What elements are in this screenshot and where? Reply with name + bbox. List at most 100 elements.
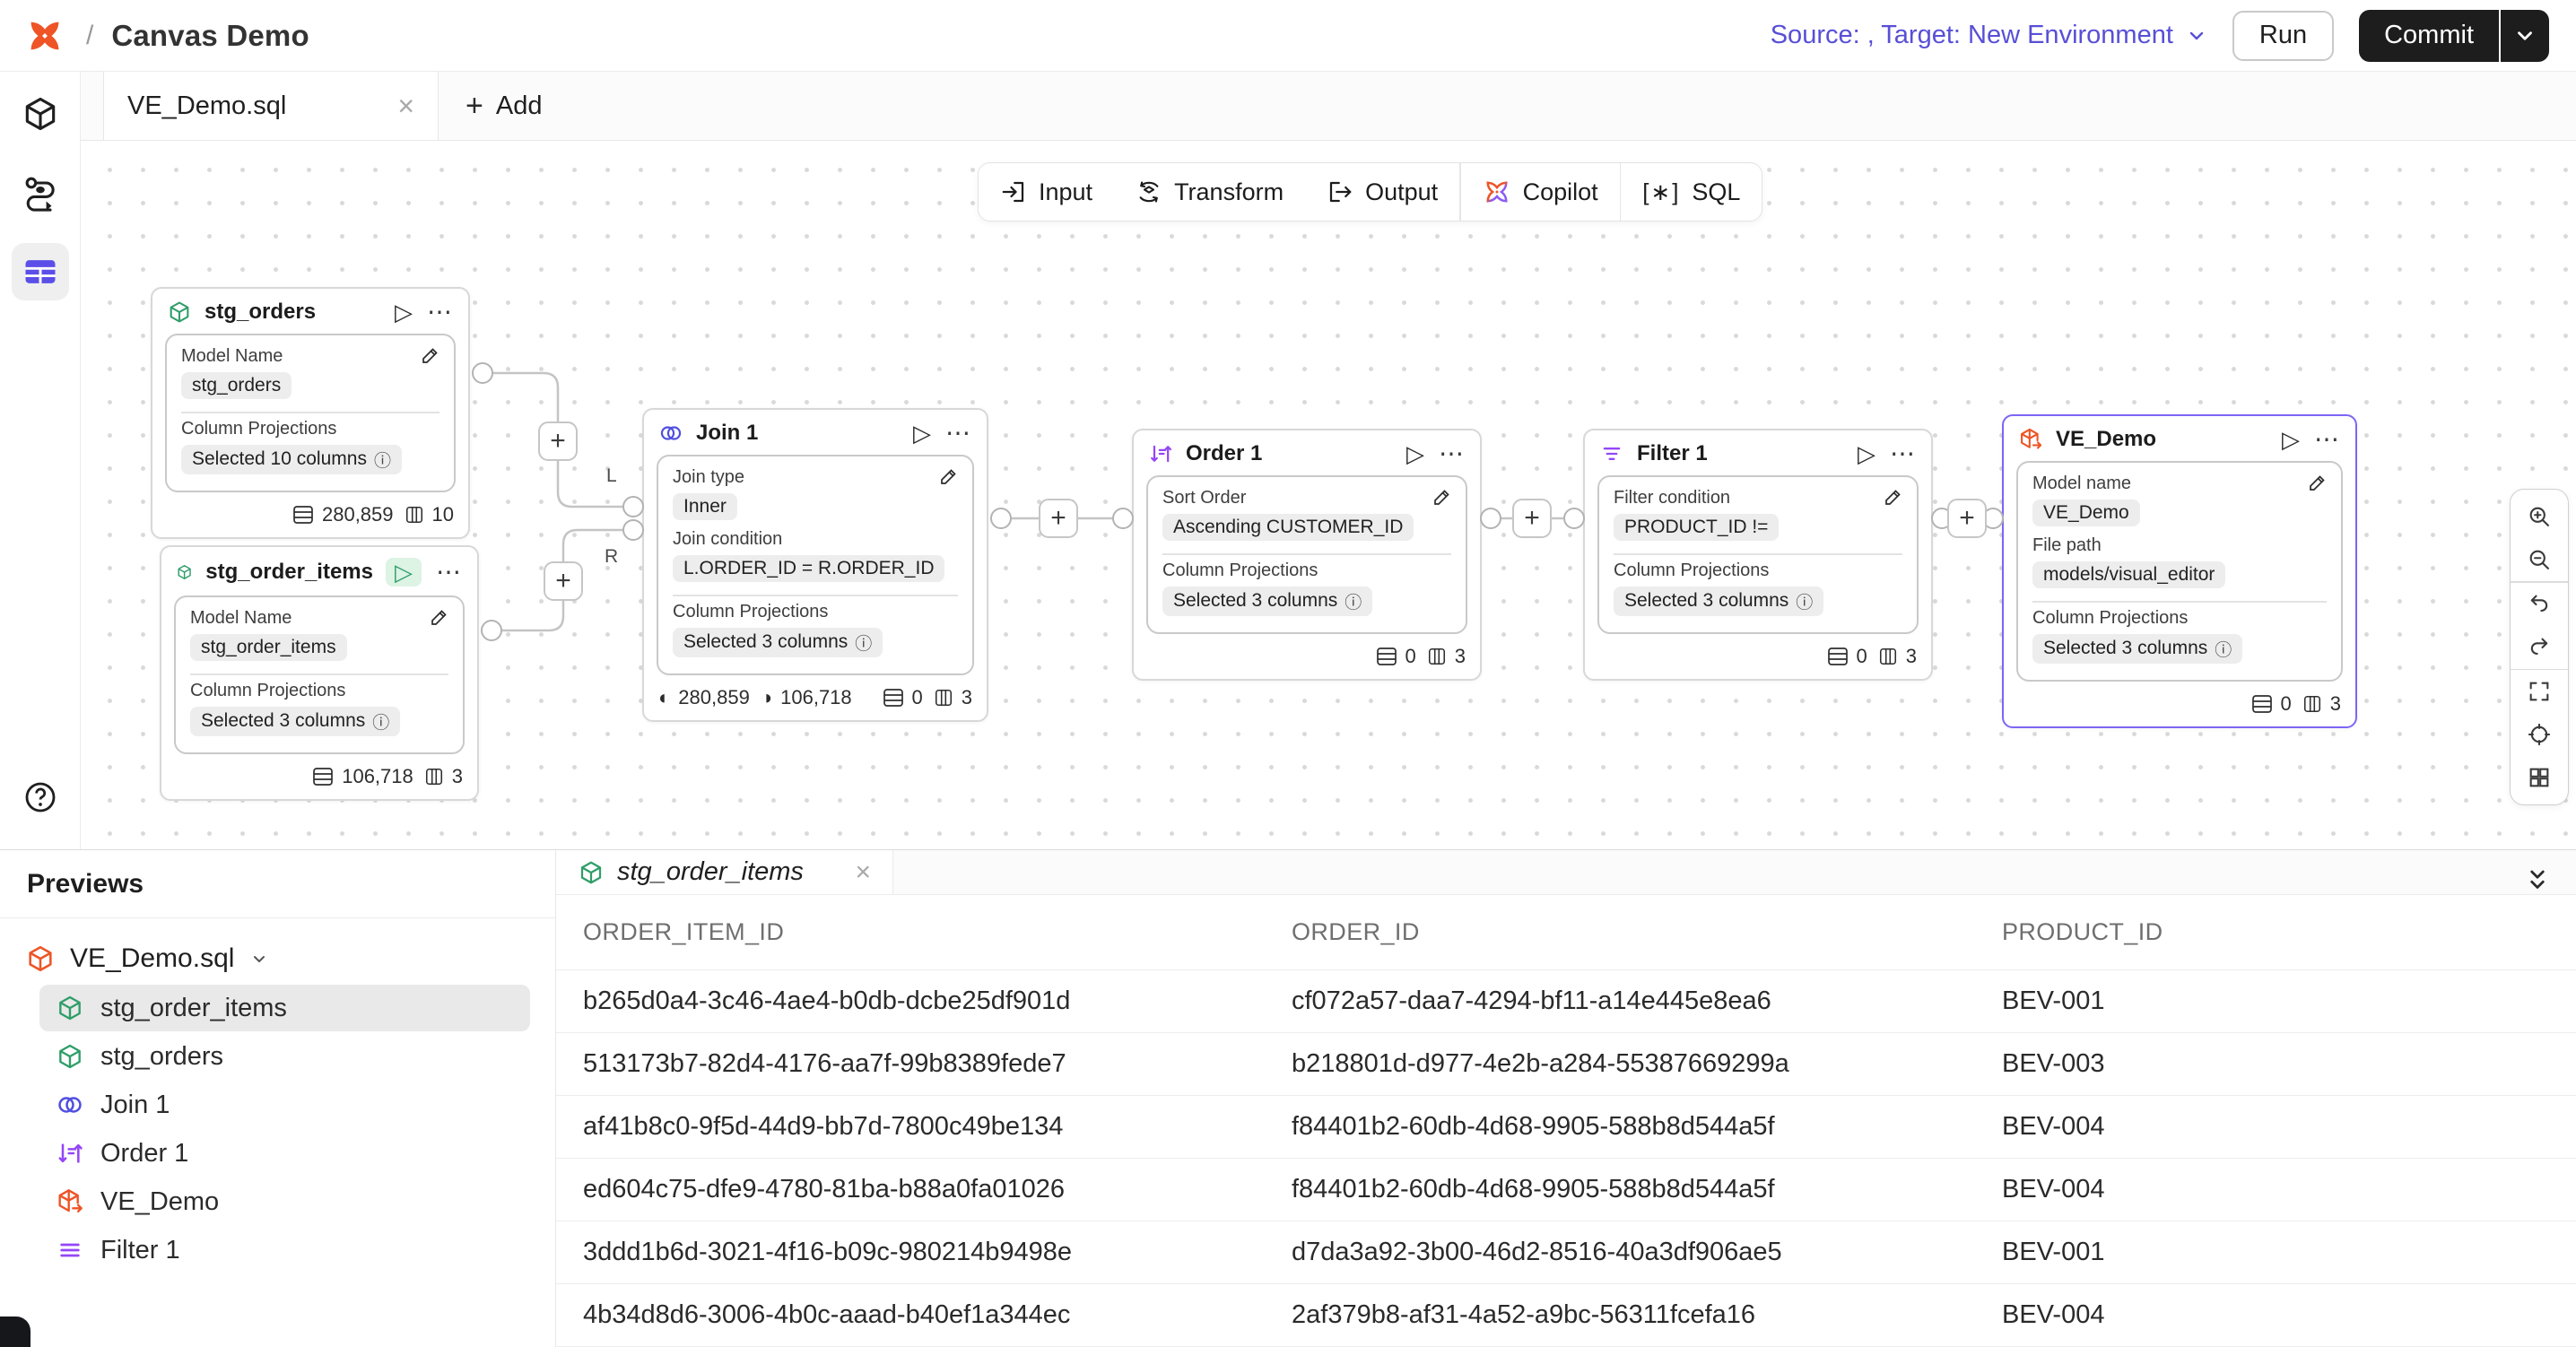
column-projections-chip[interactable]: Selected 3 columnsⓘ (1614, 587, 1823, 616)
layout-grid-button[interactable] (2511, 756, 2568, 799)
model-name-chip[interactable]: VE_Demo (2032, 500, 2140, 526)
preview-tab-stg-order-items[interactable]: stg_order_items × (556, 850, 893, 894)
play-icon[interactable]: ▷ (395, 300, 413, 324)
column-projections-chip[interactable]: Selected 10 columnsⓘ (181, 445, 402, 474)
editor-tab-strip: VE_Demo.sql × + Add (81, 72, 2576, 141)
join-condition-chip[interactable]: L.ORDER_ID = R.ORDER_ID (673, 555, 944, 582)
tree-item-ve-demo[interactable]: VE_Demo (39, 1178, 530, 1225)
table-row[interactable]: ed604c75-dfe9-4780-81ba-b88a0fa01026 f84… (556, 1159, 2576, 1221)
node-menu-icon[interactable]: ⋯ (427, 305, 454, 320)
filter1-input-port[interactable] (1563, 508, 1585, 529)
tab-ve-demo-sql[interactable]: VE_Demo.sql × (103, 72, 439, 140)
edit-icon[interactable] (2307, 472, 2328, 493)
stg-order-items-output-port[interactable] (481, 620, 502, 641)
tab-close-icon[interactable]: × (397, 91, 414, 120)
join1-left-input-port[interactable] (622, 496, 644, 517)
tree-root-ve-demo-sql[interactable]: VE_Demo.sql (0, 934, 555, 983)
node-ve-demo[interactable]: VE_Demo ▷ ⋯ Model name VE_Demo File path… (2002, 414, 2357, 728)
edge-add-node-button[interactable]: + (1512, 499, 1552, 538)
add-tab-button[interactable]: + Add (439, 72, 569, 140)
node-menu-icon[interactable]: ⋯ (1439, 447, 1466, 462)
output-node-button[interactable]: Output (1305, 163, 1459, 221)
tree-item-stg-orders[interactable]: stg_orders (39, 1033, 530, 1080)
column-projections-chip[interactable]: Selected 3 columnsⓘ (673, 628, 883, 657)
transform-node-button[interactable]: Transform (1114, 163, 1305, 221)
zoom-in-button[interactable] (2511, 495, 2568, 538)
column-header[interactable]: PRODUCT_ID (1975, 895, 2576, 970)
stg-orders-output-port[interactable] (472, 362, 493, 384)
node-stg-order-items[interactable]: stg_order_items ▷ ⋯ Model Name stg_order… (160, 545, 479, 801)
edit-icon[interactable] (938, 465, 960, 487)
file-path-chip[interactable]: models/visual_editor (2032, 561, 2225, 588)
play-icon[interactable]: ▷ (1406, 442, 1424, 465)
model-name-chip[interactable]: stg_order_items (190, 634, 347, 661)
collapse-previews-button[interactable] (2524, 865, 2551, 897)
dark-corner-element (0, 1317, 30, 1347)
preview-tab-close-icon[interactable]: × (855, 857, 871, 888)
edit-icon[interactable] (420, 344, 441, 366)
table-row[interactable]: 513173b7-82d4-4176-aa7f-99b8389fede7 b21… (556, 1033, 2576, 1096)
column-projections-chip[interactable]: Selected 3 columnsⓘ (2032, 634, 2242, 664)
join1-output-port[interactable] (990, 508, 1012, 529)
table-row[interactable]: 3ddd1b6d-3021-4f16-b09c-980214b9498e d7d… (556, 1221, 2576, 1284)
model-name-chip[interactable]: stg_orders (181, 372, 292, 399)
commit-button[interactable]: Commit (2359, 10, 2499, 62)
join1-right-input-port[interactable] (622, 519, 644, 541)
left-half-circle-icon: ◐ (658, 686, 670, 709)
node-join-1[interactable]: Join 1 ▷ ⋯ Join type Inner Join conditio… (642, 408, 988, 722)
input-node-button[interactable]: Input (979, 163, 1114, 221)
rail-lineage-button[interactable] (12, 164, 69, 222)
undo-button[interactable] (2511, 583, 2568, 626)
node-stg-orders[interactable]: stg_orders ▷ ⋯ Model Name stg_orders Col… (151, 287, 470, 539)
play-icon[interactable]: ▷ (1858, 442, 1875, 465)
play-icon[interactable]: ▷ (913, 421, 931, 445)
sql-button[interactable]: [∗] SQL (1621, 163, 1762, 221)
edge-add-node-button[interactable]: + (1039, 499, 1078, 538)
table-row[interactable]: 4b34d8d6-3006-4b0c-aaad-b40ef1a344ec 2af… (556, 1284, 2576, 1347)
rail-canvas-button[interactable] (12, 243, 69, 300)
commit-dropdown-button[interactable] (2499, 10, 2549, 62)
run-button[interactable]: Run (2232, 11, 2334, 61)
play-icon[interactable]: ▷ (2282, 428, 2300, 451)
table-row[interactable]: b265d0a4-3c46-4ae4-b0db-dcbe25df901d cf0… (556, 970, 2576, 1033)
edit-icon[interactable] (429, 606, 450, 628)
column-header[interactable]: ORDER_ITEM_ID (556, 895, 1265, 970)
table-row[interactable]: af41b8c0-9f5d-44d9-bb7d-7800c49be134 f84… (556, 1096, 2576, 1159)
node-order-1[interactable]: Order 1 ▷ ⋯ Sort Order Ascending CUSTOME… (1132, 429, 1482, 681)
environment-selector[interactable]: Source: , Target: New Environment (1771, 21, 2207, 50)
tree-item-order-1[interactable]: Order 1 (39, 1130, 530, 1177)
edge-add-node-button[interactable]: + (538, 421, 578, 461)
edge-add-node-button[interactable]: + (544, 561, 583, 601)
divider (190, 674, 448, 675)
zoom-out-button[interactable] (2511, 538, 2568, 581)
copilot-button[interactable]: Copilot (1461, 163, 1620, 221)
rail-models-button[interactable] (12, 85, 69, 143)
sort-order-chip[interactable]: Ascending CUSTOMER_ID (1162, 514, 1414, 541)
edit-icon[interactable] (1883, 486, 1904, 508)
tree-item-join-1[interactable]: Join 1 (39, 1082, 530, 1128)
redo-button[interactable] (2511, 626, 2568, 669)
edge-add-node-button[interactable]: + (1947, 499, 1987, 538)
fullscreen-button[interactable] (2511, 670, 2568, 713)
node-menu-icon[interactable]: ⋯ (2314, 432, 2341, 448)
locate-button[interactable] (2511, 713, 2568, 756)
tree-item-filter-1[interactable]: Filter 1 (39, 1227, 530, 1273)
edit-icon[interactable] (1432, 486, 1453, 508)
column-projections-chip[interactable]: Selected 3 columnsⓘ (190, 707, 400, 736)
column-header[interactable]: ORDER_ID (1265, 895, 1975, 970)
canvas[interactable]: Input Transform Outp (81, 141, 2576, 849)
cell: 513173b7-82d4-4176-aa7f-99b8389fede7 (556, 1033, 1265, 1096)
tree-item-stg-order-items[interactable]: stg_order_items (39, 985, 530, 1031)
help-button[interactable] (12, 769, 69, 826)
column-projections-chip[interactable]: Selected 3 columnsⓘ (1162, 587, 1372, 616)
order1-output-port[interactable] (1480, 508, 1501, 529)
tab-label: VE_Demo.sql (127, 91, 286, 121)
node-menu-icon[interactable]: ⋯ (436, 565, 463, 580)
node-filter-1[interactable]: Filter 1 ▷ ⋯ Filter condition PRODUCT_ID… (1583, 429, 1933, 681)
join-type-chip[interactable]: Inner (673, 493, 737, 520)
play-icon[interactable]: ▷ (386, 558, 422, 587)
filter-condition-chip[interactable]: PRODUCT_ID != (1614, 514, 1779, 541)
node-menu-icon[interactable]: ⋯ (1890, 447, 1917, 462)
order1-input-port[interactable] (1112, 508, 1134, 529)
node-menu-icon[interactable]: ⋯ (945, 426, 972, 441)
